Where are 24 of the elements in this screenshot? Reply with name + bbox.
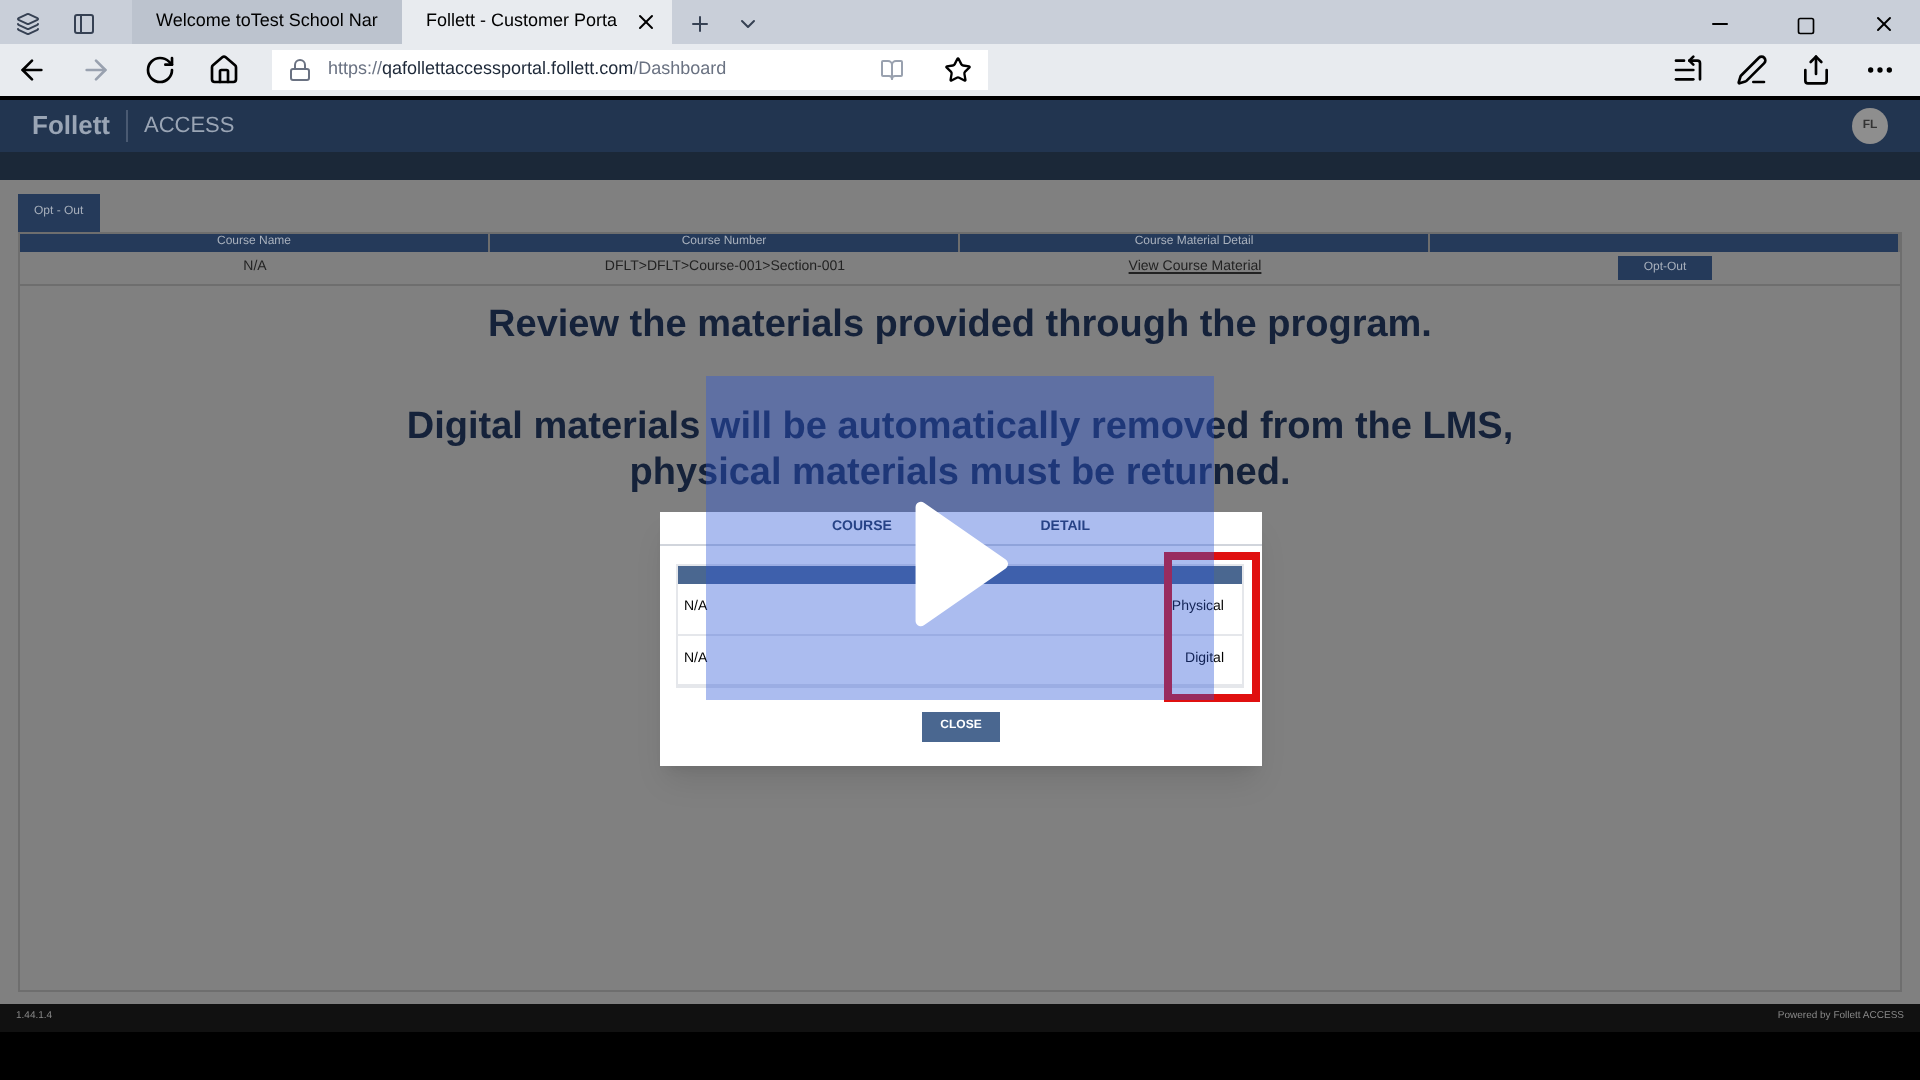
refresh-icon[interactable] [144,54,176,86]
close-icon[interactable] [633,10,658,34]
reading-view-icon[interactable] [880,58,904,82]
new-tab-icon[interactable] [688,12,712,36]
favorites-icon[interactable] [1672,54,1704,86]
tabs-icon[interactable] [16,12,40,36]
favorite-star-icon[interactable] [944,56,972,84]
share-icon[interactable] [1800,54,1832,86]
back-icon[interactable] [16,54,48,86]
notice-text: Digital materials will be automatically removed from the LMS, physical materials must be returned. [404,403,1516,495]
product-name: ACCESS [144,111,235,142]
close-icon[interactable] [1872,12,1896,36]
browser-tab[interactable]: Welcome toTest School Nar [132,0,402,44]
brand-logo: Follett [32,108,110,145]
maximize-icon[interactable] [1796,16,1816,36]
pen-icon[interactable] [1736,54,1768,86]
notice-heading: Review the materials provided through the program. [488,302,1432,350]
url-text: https://qafollettaccessportal.follett.com/Dashboard [328,56,727,83]
tabs-aside-icon[interactable] [72,12,96,36]
address-field[interactable]: https://qafollettaccessportal.follett.com/Dashboard [272,50,988,90]
lock-icon [288,58,312,82]
browser-tab[interactable]: Follett - Customer Porta [402,0,672,44]
play-icon[interactable] [910,500,1010,628]
home-icon[interactable] [208,54,240,86]
